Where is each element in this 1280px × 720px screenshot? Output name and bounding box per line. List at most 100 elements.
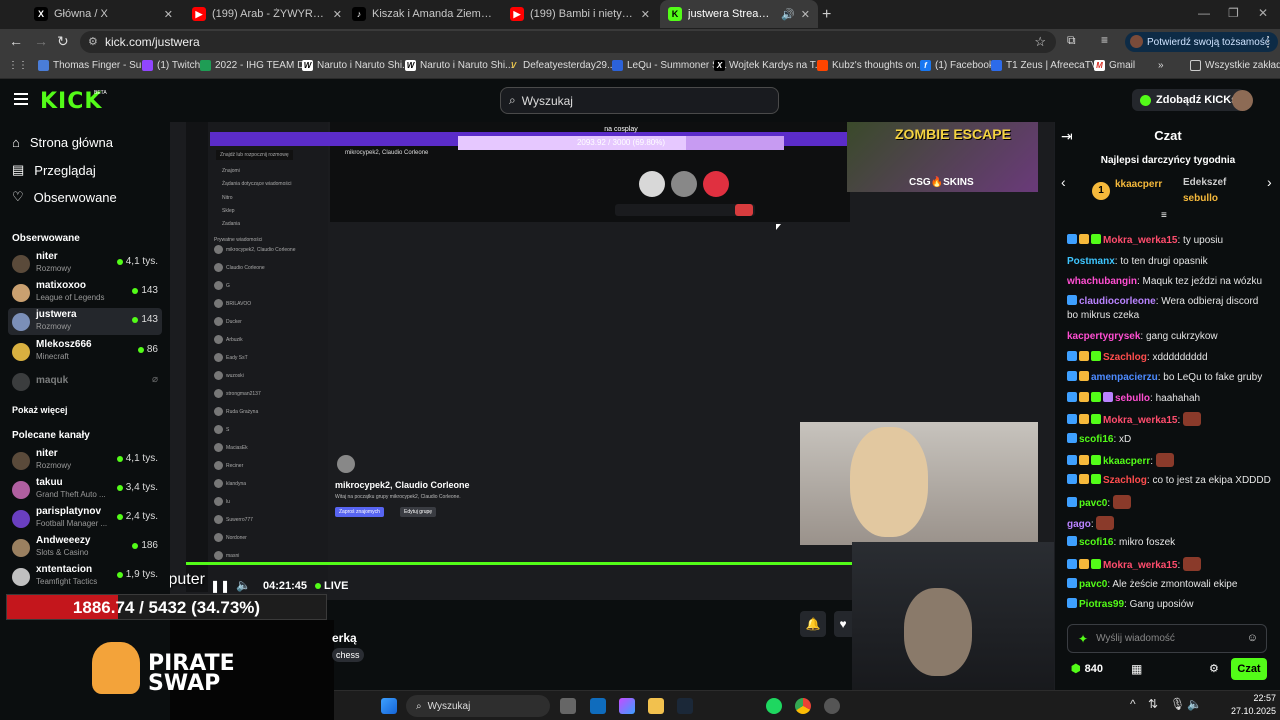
chat-username[interactable]: pavc0: [1079, 498, 1107, 509]
pause-icon[interactable]: ❚❚: [210, 579, 230, 593]
chat-message[interactable]: Postmanx: to ten drugi opasnik: [1067, 255, 1272, 269]
channel-points[interactable]: ⬢ 840: [1071, 662, 1103, 676]
hamburger-icon[interactable]: [14, 93, 28, 105]
app-icon[interactable]: [824, 698, 840, 714]
get-kicks-button[interactable]: Zdobądź KICKs: [1132, 89, 1246, 111]
task-view-icon[interactable]: [560, 698, 576, 714]
chat-message[interactable]: kacpertygrysek: gang cukrzykow: [1067, 330, 1272, 344]
chat-message[interactable]: amenpacierzu: bo LeQu to fake gruby: [1067, 371, 1272, 385]
copilot-icon[interactable]: [619, 698, 635, 714]
close-icon[interactable]: ✕: [641, 8, 650, 21]
chat-username[interactable]: kacpertygrysek: [1067, 331, 1140, 342]
chat-message[interactable]: gago:: [1067, 516, 1272, 532]
browser-tab[interactable]: ♪ Kiszak i Amanda Ziemniaczki: M…: [344, 0, 502, 28]
browser-tab-active[interactable]: K justwera Stream - Watch Live… 🔊 ✕: [660, 0, 818, 28]
menu-dots-icon[interactable]: ⋮: [1261, 33, 1275, 50]
nav-home[interactable]: ⌂ Strona główna: [12, 135, 113, 150]
windows-start-icon[interactable]: [381, 698, 397, 714]
network-icon[interactable]: ⇅: [1148, 697, 1158, 711]
bookmark[interactable]: V Defeatyesterday29...: [508, 60, 615, 71]
forward-icon[interactable]: →: [34, 33, 48, 49]
chat-message[interactable]: pavc0:: [1067, 495, 1272, 511]
all-bookmarks[interactable]: Wszystkie zakładki: [1190, 60, 1280, 71]
bookmark[interactable]: M Gmail: [1094, 60, 1135, 71]
bookmark[interactable]: f (1) Facebook: [920, 60, 994, 71]
outlook-icon[interactable]: [590, 698, 606, 714]
chat-username[interactable]: Mokra_werka15: [1103, 415, 1178, 426]
chat-message[interactable]: kkaacperr:: [1067, 453, 1272, 469]
chat-username[interactable]: kkaacperr: [1103, 456, 1150, 467]
chat-username[interactable]: Postmanx: [1067, 256, 1115, 267]
bookmark[interactable]: Kubz's thoughts on...: [817, 60, 925, 71]
chat-username[interactable]: Piotras99: [1079, 599, 1124, 610]
chat-username[interactable]: claudiocorleone: [1079, 296, 1156, 307]
chat-message[interactable]: sebullo: haahahah: [1067, 392, 1272, 406]
browser-tab[interactable]: X Główna / X ✕: [26, 0, 181, 28]
new-tab-button[interactable]: +: [822, 6, 831, 24]
avatar[interactable]: [1232, 90, 1253, 111]
bookmark[interactable]: X Wojtek Kardys na T...: [714, 60, 823, 71]
store-icon[interactable]: ▦: [1131, 662, 1142, 676]
star-icon[interactable]: ☆: [1034, 34, 1046, 50]
close-icon[interactable]: ✕: [333, 8, 342, 21]
taskbar-search[interactable]: ⌕ Wyszukaj: [406, 695, 550, 717]
close-icon[interactable]: ✕: [801, 8, 810, 21]
chat-message[interactable]: Piotras99: Gang uposiów: [1067, 598, 1272, 612]
chat-input[interactable]: ✦ Wyślij wiadomość ☺: [1067, 624, 1267, 653]
chat-message[interactable]: Szachlog: co to jest za ekipa XDDDD: [1067, 474, 1272, 488]
tray-chevron-icon[interactable]: ^: [1130, 697, 1136, 711]
chrome-icon[interactable]: [795, 698, 811, 714]
chat-message[interactable]: Mokra_werka15: ty uposiu: [1067, 234, 1272, 248]
followed-channel[interactable]: matixoxoo League of Legends 143: [8, 279, 162, 306]
nav-following[interactable]: ♡ Obserwowane: [12, 189, 117, 205]
recommended-channel[interactable]: Andweeezy Slots & Casino 186: [8, 534, 162, 561]
volume-icon[interactable]: 🔈: [236, 578, 251, 592]
pinned-icon[interactable]: ≡: [1161, 210, 1167, 221]
chat-username[interactable]: Szachlog: [1103, 475, 1147, 486]
clock-date[interactable]: 27.10.2025: [1220, 706, 1276, 716]
chevron-left-icon[interactable]: ‹: [1061, 174, 1066, 190]
bookmark[interactable]: W Naruto i Naruto Shi...: [302, 60, 410, 71]
spotify-icon[interactable]: [766, 698, 782, 714]
extensions-icon[interactable]: ⧉: [1067, 33, 1076, 48]
minimize-icon[interactable]: —: [1198, 6, 1210, 20]
recommended-channel[interactable]: niter Rozmowy 4,1 tys.: [8, 447, 162, 474]
chat-username[interactable]: pavc0: [1079, 579, 1107, 590]
search-input[interactable]: ⌕ Wyszukaj: [500, 87, 779, 114]
chat-username[interactable]: Mokra_werka15: [1103, 560, 1178, 571]
browser-tab[interactable]: ▶ (199) Bambi i nietypowo prośba… ✕: [502, 0, 658, 28]
nav-browse[interactable]: ▤ Przeglądaj: [12, 162, 96, 178]
show-more-link[interactable]: Pokaż więcej: [12, 405, 68, 415]
chat-message[interactable]: pavc0: Ale żeście zmontowali ekipe: [1067, 578, 1272, 592]
video-player[interactable]: Znajdź lub rozpocznij rozmowę Znajomi Żą…: [170, 122, 1054, 600]
stream-tag[interactable]: chess: [332, 648, 364, 662]
ad-banner[interactable]: ZOMBIE ESCAPE CSG🔥SKINS: [847, 122, 1038, 192]
chat-message[interactable]: Mokra_werka15:: [1067, 412, 1272, 428]
back-icon[interactable]: ←: [9, 33, 23, 49]
chat-username[interactable]: Mokra_werka15: [1103, 235, 1178, 246]
chat-username[interactable]: gago: [1067, 519, 1091, 530]
chat-message[interactable]: scofi16: xD: [1067, 433, 1272, 447]
followed-channel[interactable]: niter Rozmowy 4,1 tys.: [8, 250, 162, 277]
bookmark[interactable]: LeQu - Summoner S...: [612, 60, 727, 71]
chat-message[interactable]: claudiocorleone: Wera odbieraj discord b…: [1067, 295, 1272, 323]
microphone-icon[interactable]: 🎙: [1170, 697, 1185, 711]
url-field[interactable]: ⚙ kick.com/justwera ☆: [80, 31, 1056, 53]
recommended-channel[interactable]: takuu Grand Theft Auto ... 3,4 tys.: [8, 476, 162, 503]
followed-channel[interactable]: Mlekosz666 Minecraft 86: [8, 338, 162, 365]
chat-username[interactable]: Szachlog: [1103, 352, 1147, 363]
notification-bell-icon[interactable]: 🔔: [800, 611, 826, 637]
bookmark[interactable]: Thomas Finger - Su...: [38, 60, 150, 71]
apps-icon[interactable]: ⋮⋮: [8, 60, 28, 71]
speaker-icon[interactable]: 🔈: [1187, 697, 1202, 711]
verify-identity-button[interactable]: Potwierdź swoją tożsamość: [1125, 32, 1278, 52]
more-bookmarks-icon[interactable]: »: [1158, 60, 1164, 71]
chevron-right-icon[interactable]: ›: [1267, 174, 1272, 190]
site-info-icon[interactable]: ⚙: [88, 35, 98, 48]
reload-icon[interactable]: ↻: [57, 33, 69, 50]
bookmark[interactable]: W Naruto i Naruto Shi...: [405, 60, 513, 71]
maximize-icon[interactable]: ❐: [1228, 6, 1239, 20]
steam-icon[interactable]: [677, 698, 693, 714]
close-window-icon[interactable]: ✕: [1258, 6, 1268, 20]
close-icon[interactable]: ✕: [164, 8, 173, 21]
